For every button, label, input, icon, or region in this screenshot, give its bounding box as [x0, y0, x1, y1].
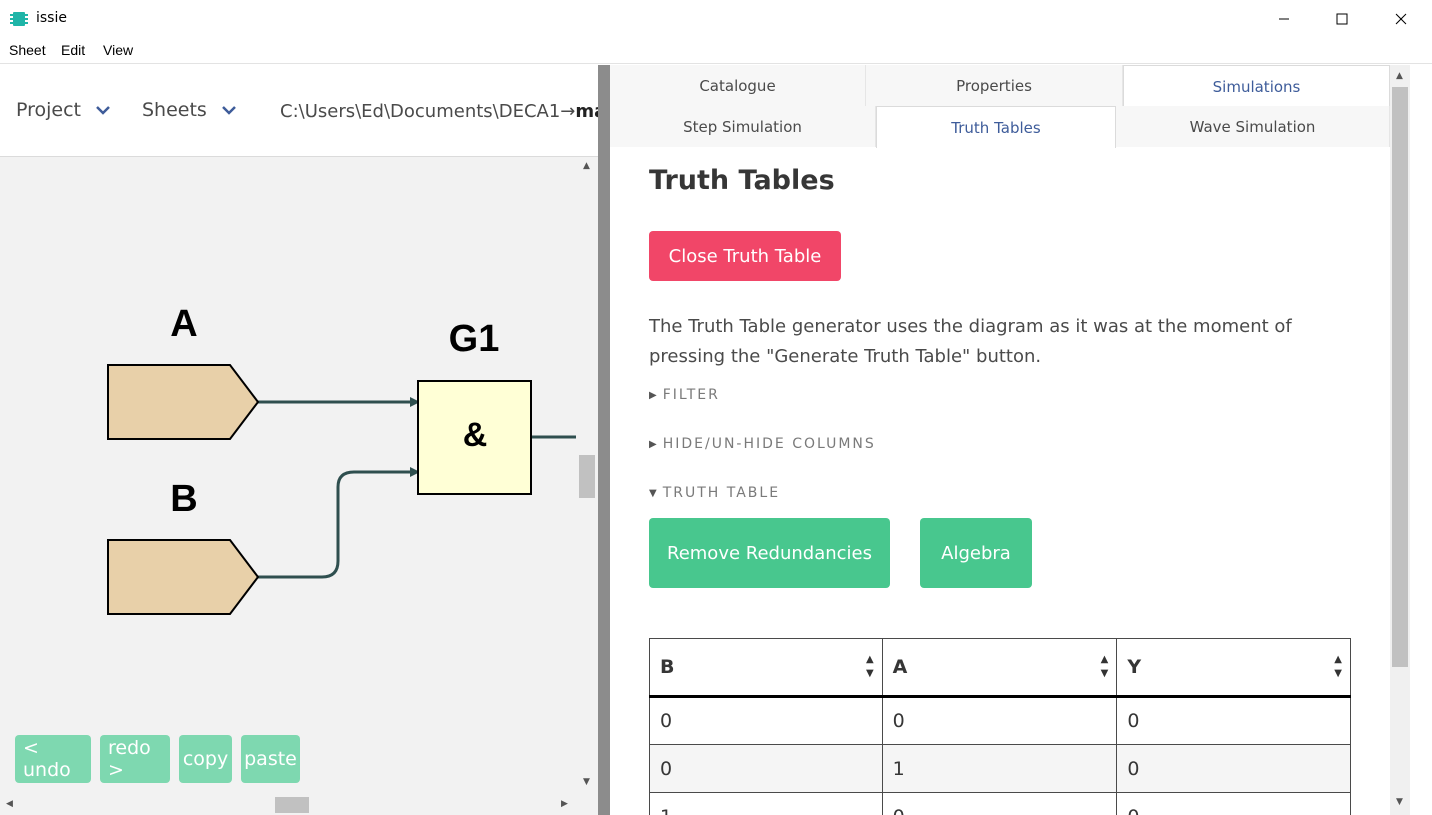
filter-label: FILTER	[662, 387, 720, 403]
schematic-pane: Project Sheets C:\Users\Ed\Documents\DEC…	[0, 65, 598, 815]
column-header-b[interactable]: B ▲ ▼	[649, 638, 883, 698]
table-row: 1 0 0	[649, 792, 1351, 815]
column-header-label: B	[660, 656, 675, 678]
close-icon	[1395, 13, 1407, 25]
input-a-label: A	[170, 303, 197, 345]
description-text: The Truth Table generator uses the diagr…	[649, 316, 1292, 367]
close-truth-table-button[interactable]: Close Truth Table	[649, 231, 841, 281]
input-a-port[interactable]	[107, 364, 260, 440]
sheet-path-prefix: C:\Users\Ed\Documents\DECA1→	[280, 101, 576, 122]
maximize-button[interactable]	[1319, 0, 1365, 38]
page-title: Truth Tables	[649, 165, 835, 196]
schematic-canvas[interactable]: A B G1 &	[0, 157, 576, 795]
table-cell: 0	[1116, 696, 1351, 745]
pane-splitter[interactable]	[598, 65, 610, 815]
scroll-down-icon[interactable]: ▼	[1396, 797, 1403, 807]
table-cell: 0	[649, 744, 883, 793]
scroll-thumb[interactable]	[579, 455, 595, 498]
filter-section-toggle[interactable]: ▶ FILTER	[649, 387, 720, 403]
project-label: Project	[16, 99, 82, 121]
simulation-tabs: Step Simulation Truth Tables Wave Simula…	[610, 106, 1390, 148]
truth-table: B ▲▼ A ▲▼ Y ▲▼ 0 0 0 0 1 0 1 0 0	[649, 638, 1351, 815]
minimize-icon	[1279, 18, 1289, 20]
column-header-label: Y	[1127, 656, 1142, 678]
panel-vertical-scrollbar[interactable]: ▲ ▼	[1390, 65, 1410, 815]
undo-button[interactable]: < undo	[15, 735, 91, 783]
input-b-port[interactable]	[107, 539, 260, 615]
scroll-thumb[interactable]	[275, 797, 309, 813]
column-header-a[interactable]: A ▲ ▼	[881, 638, 1118, 698]
window-edge	[1410, 65, 1432, 815]
algebra-button[interactable]: Algebra	[920, 518, 1032, 588]
truth-table-content: Truth Tables Close Truth Table The Truth…	[649, 165, 1359, 588]
table-row: 0 1 0	[649, 744, 1351, 793]
table-cell: 0	[1116, 744, 1351, 793]
tab-wave-simulation[interactable]: Wave Simulation	[1116, 106, 1390, 147]
table-cell: 0	[881, 792, 1118, 815]
tab-step-simulation[interactable]: Step Simulation	[610, 106, 876, 147]
wire-b-to-g1[interactable]	[258, 470, 418, 579]
remove-redundancies-button[interactable]: Remove Redundancies	[649, 518, 890, 588]
tab-simulations[interactable]: Simulations	[1123, 65, 1390, 107]
tab-truth-tables[interactable]: Truth Tables	[876, 106, 1116, 148]
table-cell: 1	[881, 744, 1118, 793]
triangle-right-icon: ▶	[649, 389, 657, 401]
close-window-button[interactable]	[1378, 0, 1424, 38]
chevron-down-icon	[221, 106, 236, 115]
scroll-left-icon[interactable]: ◀	[6, 799, 13, 809]
sheet-path-name: ma	[575, 101, 598, 122]
scroll-up-icon[interactable]: ▲	[583, 161, 590, 171]
table-header-row: B ▲ ▼ A ▲ ▼ Y ▲ ▼	[649, 638, 1351, 698]
scroll-down-icon[interactable]: ▼	[583, 777, 590, 787]
sort-icon[interactable]: ▲ ▼	[866, 653, 874, 681]
menu-edit[interactable]: Edit	[61, 42, 85, 58]
maximize-icon	[1336, 13, 1348, 25]
minimize-button[interactable]	[1261, 0, 1307, 38]
sheets-label: Sheets	[142, 99, 207, 121]
canvas-vertical-scrollbar[interactable]: ▲ ▼	[576, 157, 598, 795]
hide-columns-section-toggle[interactable]: ▶ HIDE/UN-HIDE COLUMNS	[649, 436, 876, 452]
triangle-down-icon: ▼	[649, 487, 657, 499]
scroll-thumb[interactable]	[1392, 87, 1408, 667]
app-icon	[10, 12, 28, 26]
column-header-label: A	[892, 656, 908, 678]
main-tabs: Catalogue Properties Simulations	[610, 65, 1390, 107]
redo-button[interactable]: redo >	[100, 735, 170, 783]
copy-button[interactable]: copy	[179, 735, 232, 783]
table-cell: 0	[649, 696, 883, 745]
gate-label: G1	[449, 318, 500, 360]
tab-catalogue[interactable]: Catalogue	[610, 65, 866, 106]
menu-sheet[interactable]: Sheet	[9, 42, 46, 58]
project-dropdown[interactable]: Project	[16, 99, 111, 121]
gate-symbol: &	[463, 416, 488, 454]
title-bar: issie	[0, 0, 1432, 38]
canvas-horizontal-scrollbar[interactable]: ◀ ▶	[0, 795, 576, 815]
sheets-dropdown[interactable]: Sheets	[142, 99, 237, 121]
paste-button[interactable]: paste	[241, 735, 300, 783]
truth-table-section-toggle[interactable]: ▼ TRUTH TABLE	[649, 485, 780, 501]
table-cell: 0	[881, 696, 1118, 745]
column-header-y[interactable]: Y ▲ ▼	[1116, 638, 1351, 698]
tab-properties[interactable]: Properties	[866, 65, 1123, 106]
sort-icon[interactable]: ▲ ▼	[1334, 653, 1342, 681]
window-title: issie	[36, 10, 67, 26]
table-cell: 1	[649, 792, 883, 815]
table-cell: 0	[1116, 792, 1351, 815]
sort-icon[interactable]: ▲ ▼	[1101, 653, 1109, 681]
project-toolbar: Project Sheets C:\Users\Ed\Documents\DEC…	[0, 65, 598, 157]
triangle-right-icon: ▶	[649, 438, 657, 450]
truth-table-section-label: TRUTH TABLE	[662, 485, 781, 501]
table-row: 0 0 0	[649, 696, 1351, 745]
scroll-up-icon[interactable]: ▲	[1396, 71, 1403, 81]
menu-view[interactable]: View	[103, 42, 133, 58]
sheet-path: C:\Users\Ed\Documents\DECA1→ma	[280, 101, 598, 122]
hide-columns-label: HIDE/UN-HIDE COLUMNS	[662, 436, 876, 452]
chevron-down-icon	[96, 106, 110, 115]
scroll-right-icon[interactable]: ▶	[561, 799, 568, 809]
edit-button-row: < undo redo > copy paste	[15, 735, 300, 783]
menu-bar: Sheet Edit View	[0, 38, 1432, 64]
right-panel: Catalogue Properties Simulations Step Si…	[610, 65, 1390, 815]
input-b-label: B	[170, 478, 197, 520]
